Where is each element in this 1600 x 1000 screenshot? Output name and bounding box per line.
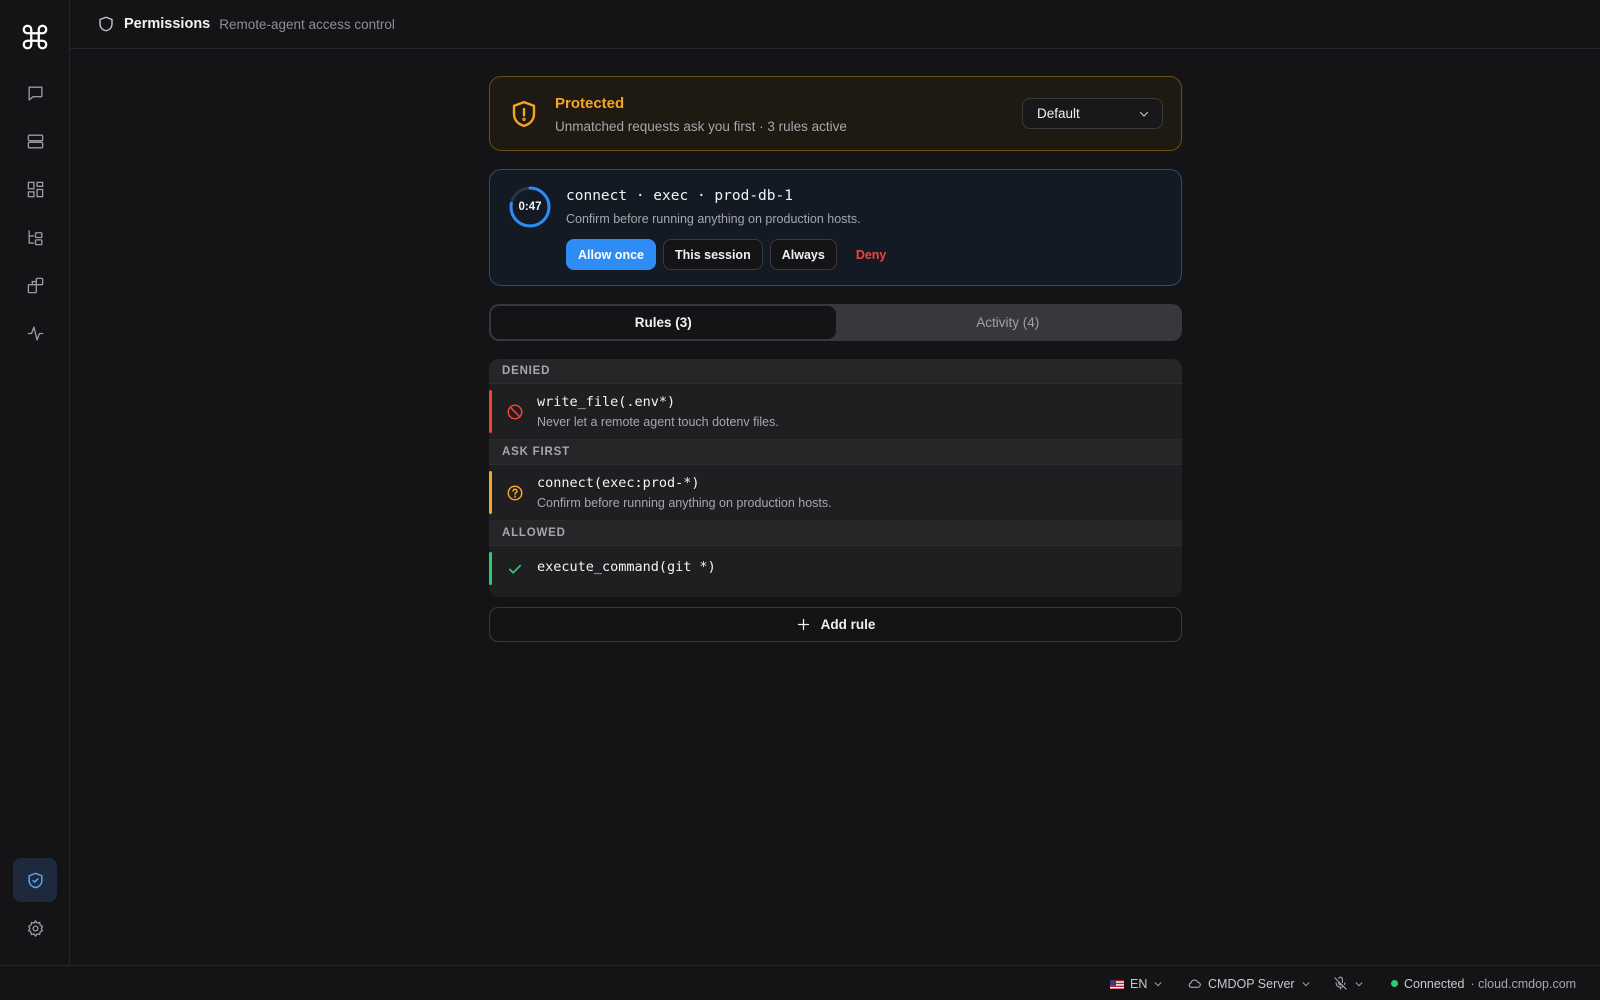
add-rule-button[interactable]: Add rule xyxy=(489,607,1182,642)
page-header: Permissions Remote-agent access control xyxy=(70,0,1600,49)
page-title: Permissions xyxy=(124,16,211,32)
protection-status-subtitle: Unmatched requests ask you first · 3 rul… xyxy=(555,119,847,134)
command-logo-icon[interactable] xyxy=(19,21,51,53)
request-title: connect · exec · prod-db-1 xyxy=(566,188,793,204)
gear-icon xyxy=(27,919,43,937)
sidebar-item-dashboard[interactable] xyxy=(13,167,57,211)
sidebar xyxy=(0,0,70,965)
cloud-icon xyxy=(1188,979,1201,988)
app-window: Permissions Remote-agent access control … xyxy=(0,0,1600,1000)
sidebar-item-plugins[interactable] xyxy=(13,263,57,307)
rule-item[interactable]: connect(exec:prod-*) Confirm before runn… xyxy=(489,465,1182,521)
server-label: CMDOP Server xyxy=(1208,976,1295,991)
rule-description: Never let a remote agent touch dotenv fi… xyxy=(537,415,779,429)
allow-once-button[interactable]: Allow once xyxy=(566,239,656,270)
rule-pattern: execute_command(git *) xyxy=(537,559,716,575)
always-button[interactable]: Always xyxy=(769,239,837,270)
rule-description: Confirm before running anything on produ… xyxy=(537,496,832,510)
dashboard-icon xyxy=(27,181,43,197)
sidebar-item-chat[interactable] xyxy=(13,71,57,115)
sidebar-item-settings[interactable] xyxy=(13,906,57,950)
connection-status-label: Connected xyxy=(1404,976,1465,991)
protection-status-card: Protected Unmatched requests ask you fir… xyxy=(489,76,1182,151)
sidebar-item-tree[interactable] xyxy=(13,215,57,259)
plus-icon xyxy=(797,618,809,631)
rule-severity-bar xyxy=(489,552,492,585)
status-dot xyxy=(1391,980,1398,987)
chevron-down-icon xyxy=(1302,981,1310,986)
tab-bar: Rules (3) Activity (4) xyxy=(489,304,1182,341)
group-label-denied: DENIED xyxy=(489,359,1182,384)
shield-check-icon xyxy=(27,872,43,888)
plugins-icon xyxy=(27,277,43,293)
shield-alert-icon xyxy=(512,100,536,128)
server-selector[interactable]: CMDOP Server xyxy=(1187,966,1311,1000)
group-label-allowed: ALLOWED xyxy=(489,521,1182,546)
rule-pattern: write_file(.env*) xyxy=(537,394,676,410)
chat-icon xyxy=(27,85,43,101)
rule-severity-bar xyxy=(489,390,492,433)
check-icon xyxy=(508,564,522,574)
page-subtitle: Remote-agent access control xyxy=(219,16,395,32)
countdown-timer: 0:47 xyxy=(518,201,542,213)
question-circle-icon xyxy=(507,485,523,501)
tab-activity[interactable]: Activity (4) xyxy=(836,306,1181,339)
add-rule-label: Add rule xyxy=(820,617,876,632)
sidebar-item-activity[interactable] xyxy=(13,311,57,355)
chevron-down-icon xyxy=(1355,981,1363,986)
microphone-selector[interactable] xyxy=(1333,966,1364,1000)
rule-item[interactable]: write_file(.env*) Never let a remote age… xyxy=(489,384,1182,440)
language-label: EN xyxy=(1130,976,1148,991)
sidebar-item-permissions[interactable] xyxy=(13,858,57,902)
rule-pattern: connect(exec:prod-*) xyxy=(537,475,700,491)
permission-mode-select[interactable]: Default xyxy=(1022,98,1163,129)
permission-mode-value: Default xyxy=(1037,106,1080,121)
rule-severity-bar xyxy=(489,471,492,514)
request-actions: Allow once This session Always Deny xyxy=(566,239,898,270)
this-session-button[interactable]: This session xyxy=(662,239,763,270)
chevron-down-icon xyxy=(1154,981,1162,986)
us-flag-icon xyxy=(1110,979,1124,989)
deny-button[interactable]: Deny xyxy=(844,239,899,270)
tab-rules[interactable]: Rules (3) xyxy=(491,306,836,339)
rule-item[interactable]: execute_command(git *) xyxy=(489,546,1182,591)
language-selector[interactable]: EN xyxy=(1110,966,1163,1000)
tree-icon xyxy=(27,229,43,245)
activity-icon xyxy=(27,325,43,341)
sidebar-item-servers[interactable] xyxy=(13,119,57,163)
shield-icon xyxy=(97,15,115,33)
connection-status: Connected · cloud.cmdop.com xyxy=(1391,966,1576,1000)
rules-list: DENIED write_file(.env*) Never let a rem… xyxy=(489,359,1182,597)
protection-status-title: Protected xyxy=(555,95,625,112)
pending-request-card: 0:47 connect · exec · prod-db-1 Confirm … xyxy=(489,169,1182,286)
chevron-down-icon xyxy=(1139,111,1149,117)
status-bar: EN CMDOP Server Connected · cloud.cmdop.… xyxy=(0,965,1600,1000)
connection-host: · cloud.cmdop.com xyxy=(1470,976,1577,991)
group-label-ask-first: ASK FIRST xyxy=(489,440,1182,465)
server-icon xyxy=(27,133,43,149)
request-description: Confirm before running anything on produ… xyxy=(566,212,861,226)
ban-icon xyxy=(507,404,523,420)
mic-off-icon xyxy=(1334,976,1347,990)
